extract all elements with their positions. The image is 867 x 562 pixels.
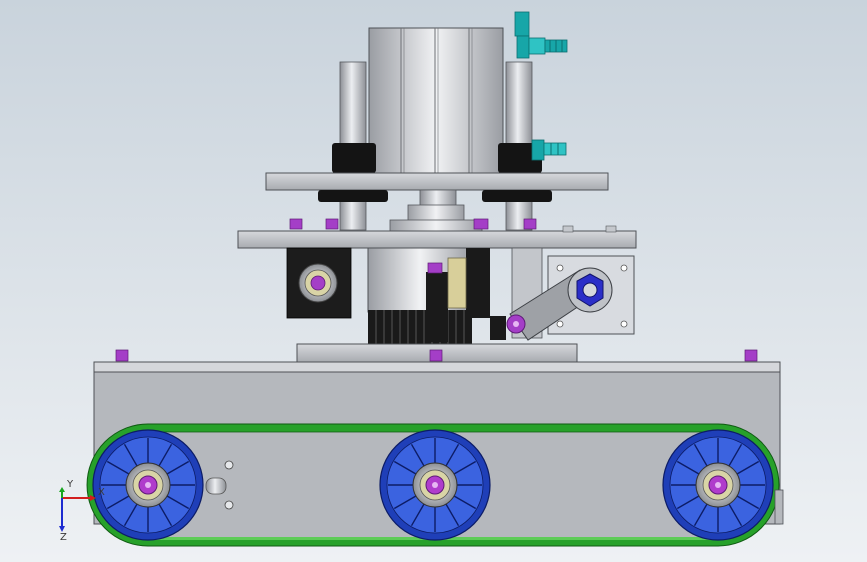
screw-head	[429, 349, 443, 362]
screw-head	[523, 218, 537, 230]
left-bearing-block[interactable]	[286, 247, 352, 319]
screw-head	[325, 218, 339, 230]
chassis-top-rail	[93, 361, 781, 373]
rubber-bushing-left-lower	[318, 190, 388, 202]
bearing-center-bolt	[310, 275, 326, 291]
rubber-bushing-right-lower	[482, 190, 552, 202]
cad-viewport[interactable]	[0, 0, 867, 562]
track-wheel-center[interactable]	[379, 429, 491, 541]
middle-mounting-plate	[237, 230, 637, 249]
bearing-block	[447, 257, 467, 309]
screw-head	[427, 262, 443, 274]
screw-head	[289, 218, 303, 230]
track-wheel-right[interactable]	[662, 429, 774, 541]
upper-mounting-plate	[265, 172, 609, 191]
center-shaft	[419, 189, 457, 207]
cylinder-body	[368, 27, 504, 177]
screw-head	[473, 218, 489, 230]
track-wheel-left[interactable]	[92, 429, 204, 541]
motor-bracket-black	[426, 272, 448, 342]
rubber-bushing-left-upper	[332, 143, 376, 173]
screw-head	[744, 349, 758, 362]
axle-stub	[205, 477, 227, 495]
motor-bracket-black-2	[466, 248, 490, 318]
screw-head	[115, 349, 129, 362]
